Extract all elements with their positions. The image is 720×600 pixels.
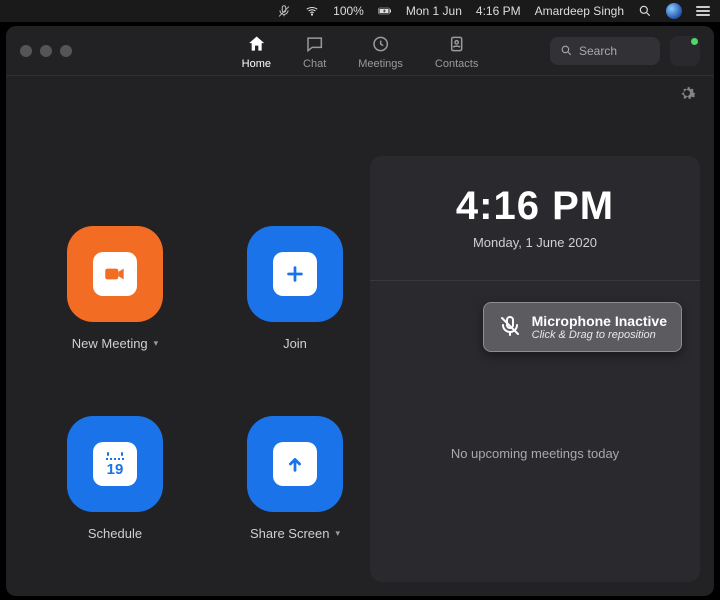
wifi-icon[interactable] (305, 4, 319, 18)
gear-icon (678, 84, 696, 102)
mic-inactive-toast[interactable]: Microphone Inactive Click & Drag to repo… (483, 302, 682, 352)
avatar[interactable] (670, 36, 700, 66)
calendar-day-number: 19 (107, 462, 124, 477)
nav-chat-label: Chat (303, 58, 326, 70)
tile-join-label: Join (283, 336, 307, 351)
zoom-dot[interactable] (60, 45, 72, 57)
top-nav: Home Chat Meetings Contacts (242, 34, 479, 70)
close-dot[interactable] (20, 45, 32, 57)
action-tiles: New Meeting ▾ Join 19 (20, 156, 350, 582)
clock: 4:16 PM Monday, 1 June 2020 (370, 184, 700, 250)
toast-subtitle: Click & Drag to reposition (532, 329, 667, 341)
tile-schedule-label: Schedule (88, 526, 142, 541)
nav-contacts[interactable]: Contacts (435, 34, 478, 70)
tile-share-screen[interactable]: Share Screen ▾ (220, 416, 370, 596)
chevron-down-icon[interactable]: ▾ (335, 528, 340, 539)
arrow-up-icon (273, 442, 317, 486)
nav-chat[interactable]: Chat (303, 34, 326, 70)
menubar-date[interactable]: Mon 1 Jun (406, 4, 462, 18)
nav-meetings[interactable]: Meetings (358, 34, 403, 70)
settings-button[interactable] (678, 84, 696, 105)
calendar-icon: 19 (93, 442, 137, 486)
divider (370, 280, 700, 281)
nav-contacts-label: Contacts (435, 58, 478, 70)
side-panel: 4:16 PM Monday, 1 June 2020 Microphone I… (370, 156, 700, 582)
menubar-user[interactable]: Amardeep Singh (535, 4, 624, 18)
minimize-dot[interactable] (40, 45, 52, 57)
nav-home-label: Home (242, 58, 271, 70)
window-controls[interactable] (20, 45, 72, 57)
clock-time: 4:16 PM (370, 184, 700, 229)
nav-meetings-label: Meetings (358, 58, 403, 70)
siri-icon[interactable] (666, 3, 682, 19)
chevron-down-icon[interactable]: ▾ (154, 338, 159, 349)
no-upcoming-text: No upcoming meetings today (370, 446, 700, 461)
tile-join[interactable]: Join (220, 226, 370, 406)
battery-icon[interactable] (378, 4, 392, 18)
clock-date: Monday, 1 June 2020 (370, 235, 700, 250)
menubar-time[interactable]: 4:16 PM (476, 4, 521, 18)
mic-muted-icon[interactable] (277, 4, 291, 18)
plus-icon (273, 252, 317, 296)
app-window: Home Chat Meetings Contacts Search (6, 26, 714, 596)
search-placeholder: Search (579, 44, 617, 58)
macos-menubar: 100% Mon 1 Jun 4:16 PM Amardeep Singh (0, 0, 720, 22)
content: New Meeting ▾ Join 19 (6, 76, 714, 596)
mic-off-icon (498, 314, 522, 341)
tile-share-screen-label: Share Screen (250, 526, 330, 541)
tile-new-meeting-label: New Meeting (72, 336, 148, 351)
titlebar: Home Chat Meetings Contacts Search (6, 26, 714, 76)
nav-home[interactable]: Home (242, 34, 271, 70)
tile-new-meeting[interactable]: New Meeting ▾ (40, 226, 190, 406)
search-icon (560, 44, 573, 57)
tile-schedule[interactable]: 19 Schedule (40, 416, 190, 596)
control-center-icon[interactable] (696, 6, 710, 16)
battery-percent: 100% (333, 4, 364, 18)
video-icon (93, 252, 137, 296)
spotlight-icon[interactable] (638, 4, 652, 18)
search-input[interactable]: Search (550, 37, 660, 65)
toast-title: Microphone Inactive (532, 313, 667, 329)
